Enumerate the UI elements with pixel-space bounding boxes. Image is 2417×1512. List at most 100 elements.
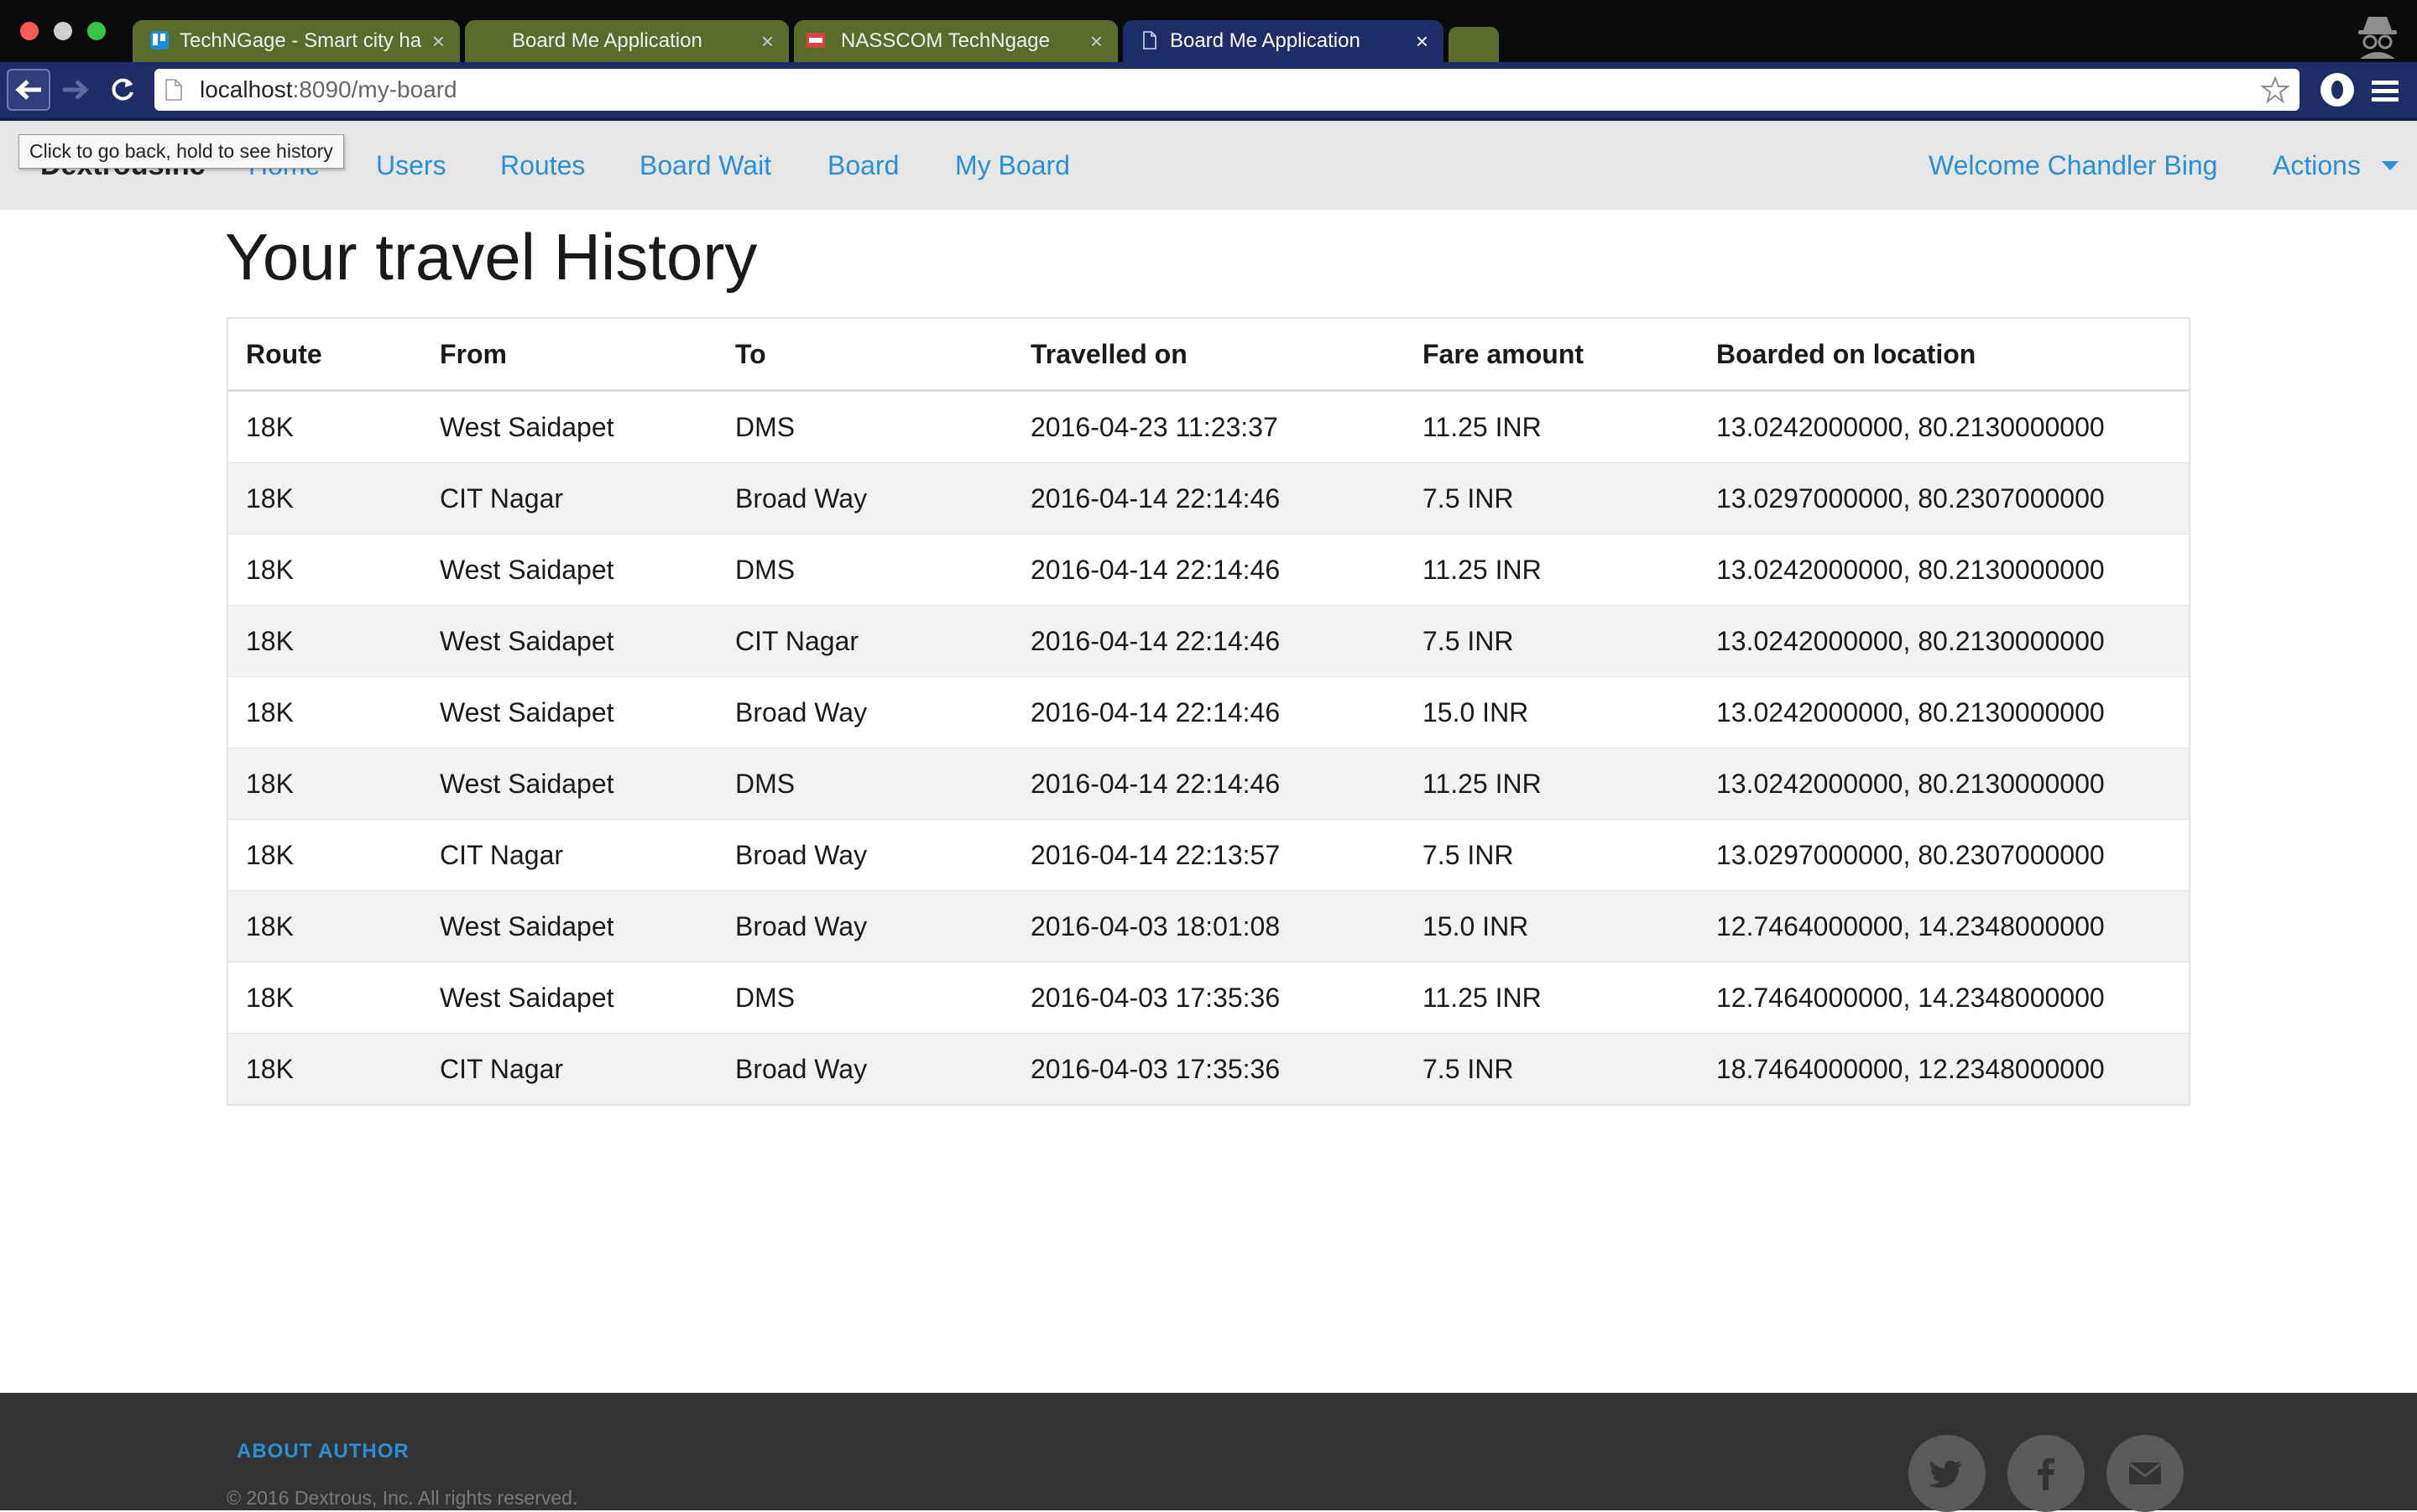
caret-down-icon[interactable] — [2382, 161, 2399, 170]
column-header-boarded-location: Boarded on location — [1699, 318, 2190, 392]
table-row: 18K West Saidapet DMS 2016-04-23 11:23:3… — [227, 390, 2190, 463]
cell-to: Broad Way — [718, 676, 1013, 748]
cell-to: Broad Way — [718, 890, 1013, 962]
cell-travelled-on: 2016-04-14 22:14:46 — [1013, 462, 1405, 534]
cell-location: 13.0242000000, 80.2130000000 — [1699, 605, 2190, 677]
nav-link-board[interactable]: Board — [827, 121, 899, 210]
cell-location: 12.7464000000, 14.2348000000 — [1699, 890, 2190, 962]
cell-from: CIT Nagar — [422, 462, 718, 534]
cell-from: West Saidapet — [422, 390, 718, 463]
about-author-link[interactable]: ABOUT AUTHOR — [237, 1440, 410, 1463]
cell-location: 13.0297000000, 80.2307000000 — [1699, 819, 2190, 891]
table-row: 18K CIT Nagar Broad Way 2016-04-03 17:35… — [227, 1033, 2190, 1105]
url-path: :8090/my-board — [292, 76, 457, 102]
trello-icon — [150, 31, 169, 50]
table-row: 18K West Saidapet CIT Nagar 2016-04-14 2… — [227, 605, 2190, 677]
cell-from: West Saidapet — [422, 676, 718, 748]
cell-location: 12.7464000000, 14.2348000000 — [1699, 962, 2190, 1034]
facebook-button[interactable] — [2007, 1435, 2085, 1512]
forward-button[interactable] — [54, 69, 97, 111]
cell-route: 18K — [227, 390, 422, 463]
browser-tab-active[interactable]: Board Me Application × — [1123, 20, 1443, 62]
actions-dropdown[interactable]: Actions — [2273, 121, 2361, 210]
page-footer: ABOUT AUTHOR © 2016 Dextrous, Inc. All r… — [0, 1393, 2417, 1512]
cell-travelled-on: 2016-04-03 17:35:36 — [1013, 962, 1405, 1034]
incognito-icon — [2358, 17, 2397, 59]
twitter-button[interactable] — [1908, 1435, 1986, 1512]
cell-to: DMS — [718, 390, 1013, 463]
cell-fare: 15.0 INR — [1405, 676, 1699, 748]
table-row: 18K West Saidapet Broad Way 2016-04-14 2… — [227, 676, 2190, 748]
nav-link-my-board[interactable]: My Board — [955, 121, 1070, 210]
mail-button[interactable] — [2106, 1435, 2184, 1512]
cell-travelled-on: 2016-04-14 22:13:57 — [1013, 819, 1405, 891]
cell-fare: 11.25 INR — [1405, 748, 1699, 820]
cell-fare: 11.25 INR — [1405, 390, 1699, 463]
table-header-row: Route From To Travelled on Fare amount B… — [227, 318, 2190, 392]
cell-travelled-on: 2016-04-14 22:14:46 — [1013, 534, 1405, 606]
cell-route: 18K — [227, 1033, 422, 1105]
app-navbar: Dextrousinc Home Users Routes Board Wait… — [0, 121, 2417, 210]
browser-tab-2[interactable]: Board Me Application × — [465, 20, 789, 62]
cell-route: 18K — [227, 748, 422, 820]
page-title: Your travel History — [225, 220, 758, 294]
nav-link-board-wait[interactable]: Board Wait — [639, 121, 771, 210]
twitter-icon — [1929, 1460, 1962, 1488]
tab-title: TechNGage - Smart city ha — [180, 29, 422, 52]
cell-fare: 7.5 INR — [1405, 462, 1699, 534]
table-row: 18K West Saidapet DMS 2016-04-14 22:14:4… — [227, 748, 2190, 820]
table-row: 18K West Saidapet DMS 2016-04-14 22:14:4… — [227, 534, 2190, 606]
hamburger-menu-icon[interactable] — [2368, 74, 2402, 107]
cell-route: 18K — [227, 462, 422, 534]
zoom-window-button[interactable] — [87, 22, 106, 40]
cell-route: 18K — [227, 890, 422, 962]
bookmark-star-icon[interactable] — [2261, 76, 2289, 104]
travel-history-table: Route From To Travelled on Fare amount B… — [227, 317, 2190, 1106]
column-header-route: Route — [227, 318, 422, 392]
close-icon[interactable]: × — [1416, 20, 1428, 62]
browser-toolbar: localhost:8090/my-board — [0, 62, 2417, 121]
cell-route: 18K — [227, 534, 422, 606]
cell-fare: 11.25 INR — [1405, 962, 1699, 1034]
browser-tab-3[interactable]: NASSCOM TechNgage × — [794, 20, 1118, 62]
url-text: localhost:8090/my-board — [200, 69, 457, 111]
welcome-user-link[interactable]: Welcome Chandler Bing — [1929, 121, 2217, 210]
cell-from: West Saidapet — [422, 890, 718, 962]
browser-tab-1[interactable]: TechNGage - Smart city ha × — [133, 20, 460, 62]
browser-titlebar: TechNGage - Smart city ha × Board Me App… — [0, 0, 2417, 62]
cell-location: 13.0242000000, 80.2130000000 — [1699, 534, 2190, 606]
column-header-from: From — [422, 318, 718, 392]
back-button[interactable] — [7, 69, 50, 111]
arrow-right-icon — [63, 80, 89, 100]
cell-to: DMS — [718, 962, 1013, 1034]
tab-title: Board Me Application — [512, 29, 702, 52]
cell-to: Broad Way — [718, 1033, 1013, 1105]
close-window-button[interactable] — [20, 22, 39, 40]
nav-link-users[interactable]: Users — [376, 121, 446, 210]
tab-title: NASSCOM TechNgage — [841, 29, 1050, 52]
cell-from: West Saidapet — [422, 962, 718, 1034]
nav-link-routes[interactable]: Routes — [500, 121, 585, 210]
cell-travelled-on: 2016-04-14 22:14:46 — [1013, 605, 1405, 677]
arrow-left-icon — [15, 80, 41, 100]
cell-from: CIT Nagar — [422, 1033, 718, 1105]
column-header-travelled-on: Travelled on — [1013, 318, 1405, 392]
minimize-window-button[interactable] — [54, 22, 72, 40]
cell-to: Broad Way — [718, 819, 1013, 891]
reload-button[interactable] — [101, 69, 144, 111]
cell-fare: 11.25 INR — [1405, 534, 1699, 606]
cell-travelled-on: 2016-04-23 11:23:37 — [1013, 390, 1405, 463]
address-bar[interactable]: localhost:8090/my-board — [154, 69, 2300, 111]
close-icon[interactable]: × — [1090, 20, 1103, 62]
cell-travelled-on: 2016-04-03 17:35:36 — [1013, 1033, 1405, 1105]
mail-icon — [2129, 1462, 2161, 1484]
cell-travelled-on: 2016-04-14 22:14:46 — [1013, 748, 1405, 820]
cell-from: West Saidapet — [422, 605, 718, 677]
new-tab-button[interactable] — [1449, 27, 1499, 62]
table-row: 18K West Saidapet Broad Way 2016-04-03 1… — [227, 890, 2190, 962]
extension-icon[interactable] — [2318, 70, 2357, 109]
cell-fare: 7.5 INR — [1405, 1033, 1699, 1105]
close-icon[interactable]: × — [761, 20, 774, 62]
cell-location: 13.0242000000, 80.2130000000 — [1699, 390, 2190, 463]
close-icon[interactable]: × — [432, 20, 445, 62]
